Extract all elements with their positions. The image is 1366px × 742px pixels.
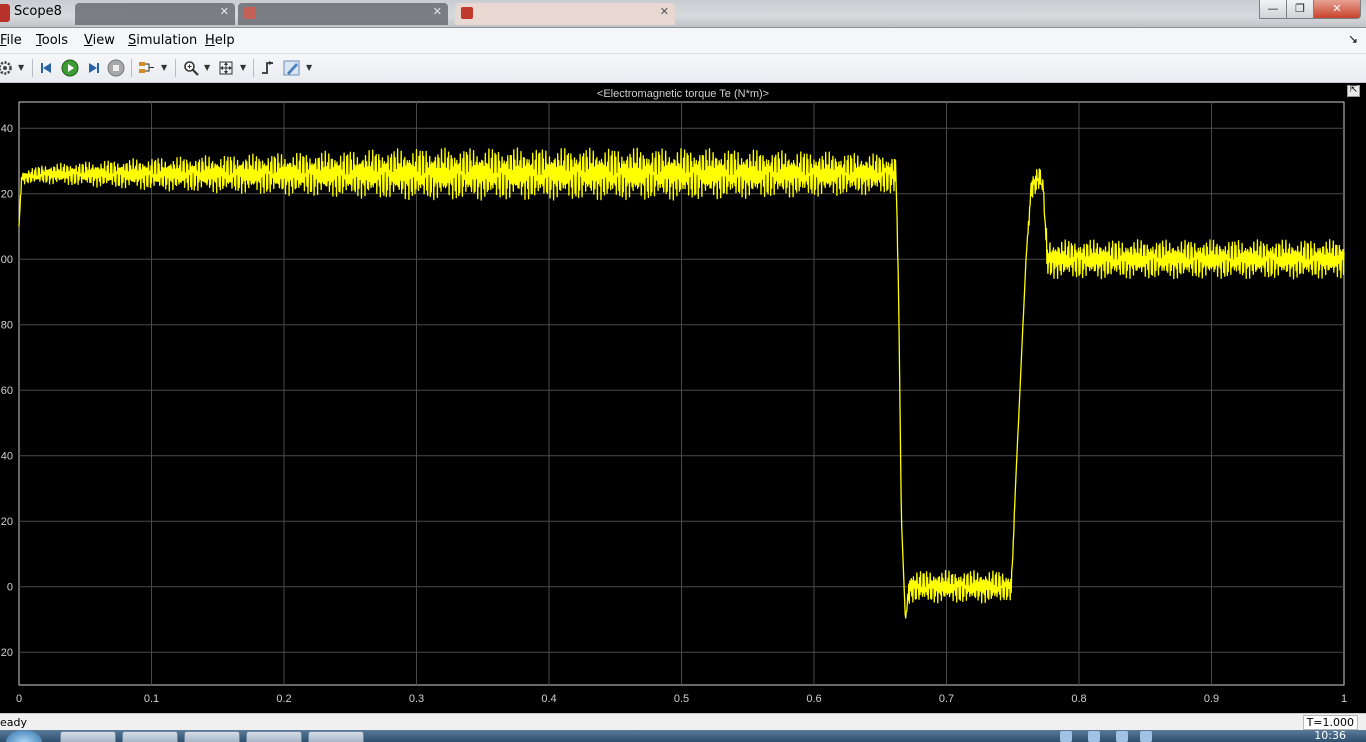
x-tick-label: 0.9 [1204, 693, 1219, 705]
tray-icon[interactable] [1060, 731, 1072, 742]
x-tick-label: 0.3 [409, 693, 424, 705]
highlight-icon[interactable] [283, 59, 301, 77]
signal-selector-dropdown-icon[interactable]: ▼ [161, 59, 167, 77]
toolbar-separator [253, 59, 254, 77]
close-button[interactable]: ✕ [1313, 0, 1361, 19]
y-tick-label: 20 [1, 189, 13, 201]
x-tick-label: 0.2 [276, 693, 291, 705]
autoscale-dropdown-icon[interactable]: ▼ [240, 59, 246, 77]
menubar-arrow-icon[interactable]: ↘ [1348, 32, 1358, 46]
expand-icon[interactable]: ⇱ [1347, 85, 1360, 97]
tray-icon[interactable] [1116, 731, 1128, 742]
plot-title: <Electromagnetic torque Te (N*m)> [597, 88, 769, 100]
background-window-tab[interactable]: ✕ [455, 3, 675, 25]
y-tick-label: 80 [1, 320, 13, 332]
background-window-tab[interactable]: ✕ [75, 3, 235, 25]
scope-display: <Electromagnetic torque Te (N*m)> 0 0.1 0.… [0, 83, 1366, 713]
signal-selector-icon[interactable] [138, 59, 156, 77]
x-tick-label: 0 [16, 693, 22, 705]
tray-icon[interactable] [1088, 731, 1100, 742]
window-title: Scope8 [14, 4, 62, 19]
parameters-icon[interactable] [0, 59, 14, 77]
scope-plot[interactable]: <Electromagnetic torque Te (N*m)> 0 0.1 0.… [0, 83, 1366, 713]
clock: 10:36 [1314, 730, 1346, 742]
taskbar-app[interactable] [60, 731, 116, 742]
simulation-time: T=1.000 [1302, 715, 1358, 730]
y-tick-label: 0 [7, 582, 13, 594]
matlab-icon [0, 4, 10, 22]
maximize-button[interactable]: ❐ [1286, 0, 1314, 19]
taskbar-app[interactable] [184, 731, 240, 742]
x-tick-label: 0.4 [541, 693, 556, 705]
title-bar: Scope8 ✕ ✕ ✕ — ❐ ✕ [0, 0, 1366, 28]
y-tick-label: 40 [1, 123, 13, 135]
start-button[interactable] [6, 730, 42, 742]
step-forward-icon[interactable] [84, 59, 102, 77]
x-tick-label: 0.1 [144, 693, 159, 705]
status-bar: eady T=1.000 [0, 713, 1366, 730]
y-tick-label: 20 [1, 516, 13, 528]
menu-view[interactable]: View [84, 33, 115, 48]
zoom-icon[interactable] [182, 59, 200, 77]
taskbar-app[interactable] [246, 731, 302, 742]
step-back-icon[interactable] [38, 59, 56, 77]
y-tick-label: 20 [1, 647, 13, 659]
toolbar-separator [175, 59, 176, 77]
toolbar: ▼ ▼ ▼ ▼ ▼ [0, 54, 1366, 83]
x-tick-label: 0.8 [1071, 693, 1086, 705]
menu-help[interactable]: Help [205, 33, 235, 48]
menu-file[interactable]: File [0, 33, 22, 48]
zoom-dropdown-icon[interactable]: ▼ [204, 59, 210, 77]
tray-icon[interactable] [1140, 731, 1152, 742]
toolbar-separator [131, 59, 132, 77]
taskbar: 10:36 [0, 730, 1366, 742]
stop-icon[interactable] [107, 59, 125, 77]
y-tick-label: 40 [1, 451, 13, 463]
x-tick-label: 0.7 [939, 693, 954, 705]
y-tick-label: 60 [1, 385, 13, 397]
status-text: eady [0, 716, 28, 729]
toolbar-separator [32, 59, 33, 77]
menu-simulation[interactable]: Simulation [128, 33, 197, 48]
highlight-dropdown-icon[interactable]: ▼ [306, 59, 312, 77]
parameters-dropdown-icon[interactable]: ▼ [18, 59, 24, 77]
x-tick-label: 0.6 [806, 693, 821, 705]
y-tick-label: 00 [1, 254, 13, 266]
taskbar-app[interactable] [308, 731, 364, 742]
minimize-button[interactable]: — [1259, 0, 1287, 19]
background-window-tab[interactable]: ✕ [238, 3, 448, 25]
trigger-icon[interactable] [259, 59, 277, 77]
autoscale-icon[interactable] [217, 59, 235, 77]
taskbar-app[interactable] [122, 731, 178, 742]
menu-tools[interactable]: Tools [36, 33, 68, 48]
x-tick-label: 1 [1341, 693, 1347, 705]
menu-bar: File Tools View Simulation Help ↘ [0, 28, 1366, 54]
run-icon[interactable] [61, 59, 79, 77]
x-tick-label: 0.5 [674, 693, 689, 705]
